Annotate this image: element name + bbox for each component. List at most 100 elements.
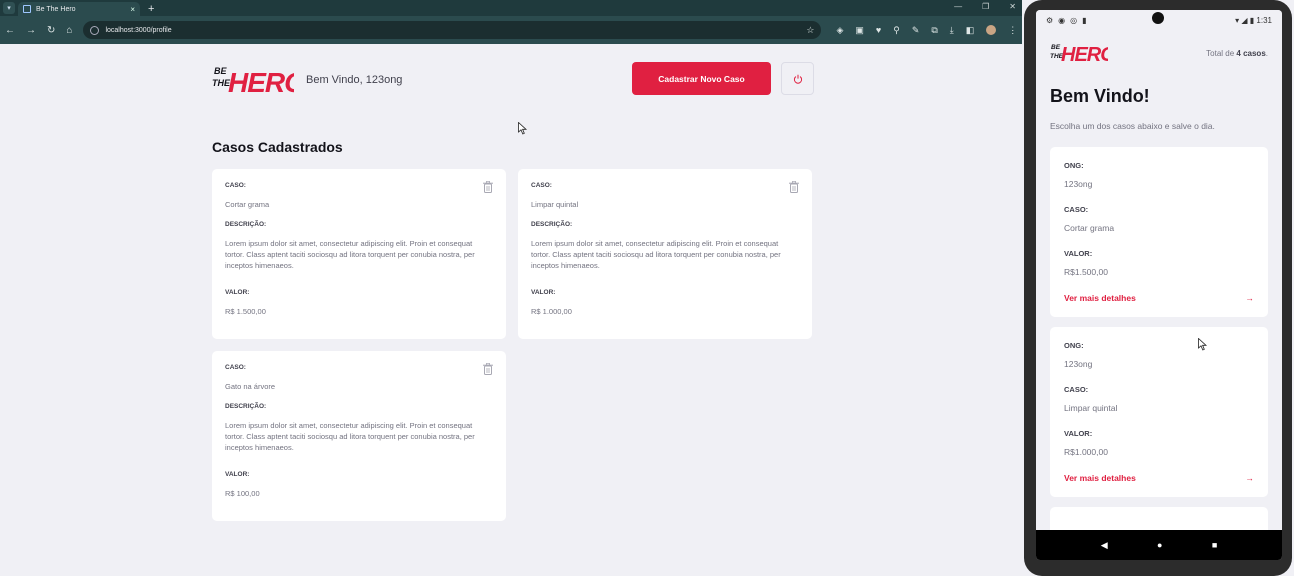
- logout-button[interactable]: [781, 62, 814, 95]
- be-the-hero-logo: BE THE HERO: [212, 62, 307, 98]
- ong-value: 123ong: [1064, 359, 1093, 369]
- bookmark-star-icon[interactable]: ☆: [806, 25, 814, 36]
- value-label: VALOR:: [225, 289, 250, 296]
- close-window-icon[interactable]: ✕: [1009, 2, 1016, 11]
- minimize-icon[interactable]: —: [954, 2, 962, 11]
- case-value: R$ 100,00: [225, 489, 260, 498]
- camera-notch: [1152, 12, 1164, 24]
- svg-text:BE: BE: [1051, 44, 1061, 51]
- settings-gear-icon: ⚙: [1046, 15, 1054, 25]
- notification-icon: ◎: [1070, 15, 1078, 25]
- case-card: CASO: Cortar grama DESCRIÇÃO: Lorem ipsu…: [212, 169, 506, 339]
- svg-text:BE: BE: [214, 66, 227, 76]
- case-label: CASO:: [531, 182, 552, 189]
- window-controls: — ❐ ✕: [954, 2, 1016, 11]
- case-value: R$ 1.500,00: [225, 307, 266, 316]
- forward-icon[interactable]: →: [26, 25, 36, 36]
- reload-icon[interactable]: ↻: [47, 25, 55, 36]
- menu-kebab-icon[interactable]: ⋮: [1008, 25, 1017, 36]
- extension-icon[interactable]: ▣: [855, 25, 864, 36]
- price-value: R$1.500,00: [1064, 267, 1108, 277]
- trash-icon[interactable]: [483, 363, 493, 375]
- site-info-icon[interactable]: [90, 25, 100, 35]
- case-title: Cortar grama: [225, 200, 270, 209]
- app-description: Escolha um dos casos abaixo e salve o di…: [1050, 121, 1215, 131]
- be-the-hero-logo: BE THE HERO: [1050, 40, 1117, 66]
- welcome-text: Bem Vindo, 123ong: [306, 74, 403, 86]
- signal-icon: ◢: [1241, 15, 1248, 25]
- description-label: DESCRIÇÃO:: [531, 221, 573, 228]
- sidepanel-icon[interactable]: ◧: [966, 25, 975, 36]
- total-count: 4 casos: [1236, 48, 1266, 58]
- maximize-icon[interactable]: ❐: [982, 2, 989, 11]
- home-nav-icon[interactable]: ●: [1157, 540, 1162, 550]
- download-icon[interactable]: ⤓: [950, 25, 954, 36]
- description-label: DESCRIÇÃO:: [225, 221, 267, 228]
- case-description: Lorem ipsum dolor sit amet, consectetur …: [531, 239, 781, 270]
- mouse-cursor-icon: [1198, 338, 1208, 351]
- arrow-right-icon[interactable]: →: [1246, 293, 1255, 303]
- tab-bar: ▾ Be The Hero × + — ❐ ✕: [0, 0, 1022, 16]
- tab-search-icon[interactable]: ▾: [3, 2, 15, 14]
- details-link[interactable]: Ver mais detalhes →: [1064, 293, 1254, 303]
- extension-icon[interactable]: ◈: [836, 25, 843, 36]
- screen: ▾ Be The Hero × + — ❐ ✕ ← → ↻ ⌂ localhos…: [0, 0, 1294, 576]
- svg-text:HERO: HERO: [228, 67, 294, 98]
- page-title: Casos Cadastrados: [212, 139, 343, 155]
- puzzle-icon[interactable]: ⧉: [931, 25, 937, 36]
- details-link-label[interactable]: Ver mais detalhes: [1064, 293, 1136, 303]
- recents-nav-icon[interactable]: ■: [1212, 540, 1217, 550]
- browser-window: ▾ Be The Hero × + — ❐ ✕ ← → ↻ ⌂ localhos…: [0, 0, 1022, 576]
- extension-icon[interactable]: ✎: [912, 25, 920, 36]
- trash-icon[interactable]: [789, 181, 799, 193]
- ong-value: 123ong: [1064, 179, 1093, 189]
- case-description: Lorem ipsum dolor sit amet, consectetur …: [225, 239, 475, 270]
- address-bar[interactable]: localhost:3000/profile ☆: [83, 21, 822, 39]
- new-tab-icon[interactable]: +: [148, 3, 154, 15]
- new-case-button[interactable]: Cadastrar Novo Caso: [632, 62, 771, 95]
- close-tab-icon[interactable]: ×: [130, 5, 135, 14]
- extensions-area: ◈ ▣ ♥ ⚲ ✎ ⧉ ⤓ ◧ ⋮: [836, 24, 1017, 36]
- url-text[interactable]: localhost:3000/profile: [105, 27, 806, 34]
- notification-icon: ◉: [1058, 15, 1066, 25]
- profile-header: BE THE HERO Bem Vindo, 123ong Cadastrar …: [212, 62, 814, 98]
- extension-icon[interactable]: ♥: [876, 25, 881, 36]
- home-icon[interactable]: ⌂: [66, 25, 72, 36]
- mobile-app: BE THE HERO Total de 4 casos. Bem Vindo!…: [1036, 30, 1282, 540]
- case-card: CASO: Gato na árvore DESCRIÇÃO: Lorem ip…: [212, 351, 506, 521]
- details-link-label[interactable]: Ver mais detalhes: [1064, 473, 1136, 483]
- mouse-cursor-icon: [518, 122, 528, 135]
- case-title: Gato na árvore: [225, 382, 276, 391]
- svg-text:HERO: HERO: [1061, 44, 1108, 66]
- case-description: Lorem ipsum dolor sit amet, consectetur …: [225, 421, 475, 452]
- description-label: DESCRIÇÃO:: [225, 403, 267, 410]
- profile-avatar[interactable]: [986, 24, 997, 35]
- extension-icon[interactable]: ⚲: [893, 25, 900, 36]
- tab-be-the-hero[interactable]: Be The Hero ×: [18, 2, 140, 16]
- total-cases-text: Total de 4 casos.: [1206, 49, 1268, 58]
- value-label: VALOR:: [225, 471, 250, 478]
- case-label: CASO:: [225, 364, 246, 371]
- arrow-right-icon[interactable]: →: [1246, 473, 1255, 483]
- phone-screen: ⚙ ◉ ◎ ▮ ▾ ◢ ▮ 1:31 BE THE HER Total de 4…: [1036, 10, 1282, 560]
- case-value: Limpar quintal: [1064, 403, 1118, 413]
- case-card: CASO: Limpar quintal DESCRIÇÃO: Lorem ip…: [518, 169, 812, 339]
- app-header: BE THE HERO Total de 4 casos.: [1050, 32, 1268, 74]
- status-icons-left: ⚙ ◉ ◎ ▮: [1046, 16, 1087, 25]
- trash-icon[interactable]: [483, 181, 493, 193]
- value-label: VALOR:: [1064, 249, 1093, 258]
- power-icon: [793, 74, 802, 84]
- app-title: Bem Vindo!: [1050, 86, 1150, 106]
- case-value: R$ 1.000,00: [531, 307, 572, 316]
- back-icon[interactable]: ←: [5, 25, 15, 36]
- details-link[interactable]: Ver mais detalhes →: [1064, 473, 1254, 483]
- ong-label: ONG:: [1064, 341, 1084, 350]
- price-value: R$1.000,00: [1064, 447, 1108, 457]
- incident-card: ONG: 123ong CASO: Limpar quintal VALOR: …: [1050, 327, 1268, 497]
- ong-label: ONG:: [1064, 161, 1084, 170]
- case-label: CASO:: [1064, 385, 1089, 394]
- battery-icon: ▮: [1249, 15, 1255, 25]
- case-value: Cortar grama: [1064, 223, 1115, 233]
- tab-title: Be The Hero: [36, 5, 76, 13]
- back-nav-icon[interactable]: ◀: [1101, 540, 1108, 551]
